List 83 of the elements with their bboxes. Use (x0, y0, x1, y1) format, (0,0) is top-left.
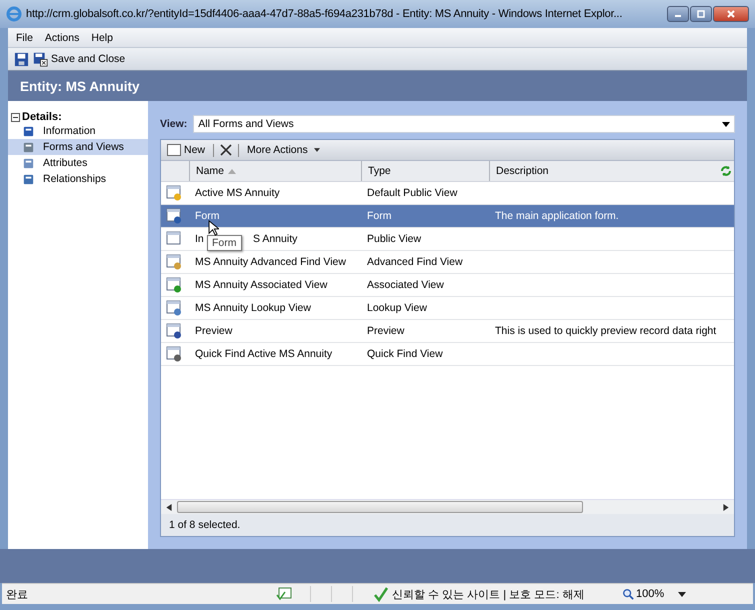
browser-icon (6, 6, 22, 22)
table-cell: In (195, 233, 204, 245)
table-cell: The main application form. (495, 210, 619, 222)
table-cell: Public View (367, 233, 422, 245)
scrollbar-thumb[interactable] (177, 501, 583, 513)
column-header[interactable]: Description (489, 161, 734, 181)
sidebar-item[interactable]: Attributes (8, 155, 148, 171)
new-button[interactable]: New (165, 144, 208, 156)
view-icon (166, 323, 182, 339)
view-icon (166, 346, 182, 362)
scroll-right-icon[interactable] (723, 504, 729, 510)
table-row[interactable]: Form Form The main application form. (161, 205, 734, 228)
table-cell: Default Public View (367, 187, 458, 199)
view-icon (166, 277, 182, 293)
table-cell: Form (367, 210, 392, 222)
nav-icon (22, 124, 35, 138)
section-title: Details: (22, 111, 62, 123)
menu-item[interactable]: Help (87, 32, 117, 44)
view-icon (166, 185, 182, 201)
delete-icon[interactable] (220, 144, 232, 156)
table-row[interactable]: Preview Preview This is used to quickly preview record data right (161, 320, 734, 343)
scroll-left-icon[interactable] (166, 504, 172, 510)
new-record-icon (167, 144, 181, 156)
table-cell: Active MS Annuity (195, 187, 280, 199)
table-cell: Quick Find View (367, 348, 443, 360)
view-icon (166, 231, 182, 247)
table-cell: S Annuity (253, 233, 298, 245)
table-cell: MS Annuity Lookup View (195, 302, 311, 314)
table-cell: MS Annuity Associated View (195, 279, 328, 291)
save-and-close-button[interactable]: Save and Close (33, 52, 126, 66)
sidebar-item[interactable]: Information (8, 123, 148, 139)
sidebar-item[interactable]: Forms and Views (8, 139, 148, 155)
table-cell: Quick Find Active MS Annuity (195, 348, 332, 360)
table-cell: Advanced Find View (367, 256, 463, 268)
close-icon (726, 9, 736, 19)
entity-title: Entity: MS Annuity (20, 78, 140, 94)
menu-item[interactable]: File (12, 32, 37, 44)
view-icon (166, 300, 182, 316)
minimize-button[interactable] (667, 6, 689, 22)
table-row[interactable]: Quick Find Active MS Annuity Quick Find View (161, 343, 734, 366)
table-row[interactable]: MS Annuity Lookup View Lookup View (161, 297, 734, 320)
save-icon[interactable] (14, 52, 29, 66)
security-zone: 신뢰할 수 있는 사이트 | 보호 모드: 해제 (392, 588, 586, 602)
save-close-icon (33, 52, 48, 66)
table-cell: Preview (195, 325, 232, 337)
status-text: 완료 (5, 588, 29, 602)
close-button[interactable] (713, 6, 749, 22)
menu-item[interactable]: Actions (40, 32, 84, 44)
table-row[interactable]: MS Annuity Associated View Associated View (161, 274, 734, 297)
caret-icon (314, 148, 320, 152)
table-cell: MS Annuity Advanced Find View (195, 256, 346, 268)
table-cell: Form (195, 210, 220, 222)
column-header[interactable]: Type (361, 161, 489, 181)
dropdown-arrow-icon (722, 122, 730, 126)
collapse-icon[interactable] (11, 112, 20, 122)
sidebar-item[interactable]: Relationships (8, 171, 148, 187)
page-icon (276, 587, 292, 601)
maximize-icon (696, 9, 706, 19)
more-actions-button[interactable]: More Actions (245, 144, 322, 156)
view-icon (166, 254, 182, 270)
nav-icon (22, 172, 35, 186)
window-title: http://crm.globalsoft.co.kr/?entityId=15df4406-aaa4-47d7-88a5-f694a231b78d - Entity: MS Annuity - Windows Internet Explor... (26, 8, 624, 20)
refresh-icon[interactable] (720, 165, 732, 177)
nav-icon (22, 156, 35, 170)
zoom-icon (622, 588, 634, 600)
nav-icon (22, 140, 35, 154)
tooltip: Form (207, 235, 242, 251)
check-icon (373, 586, 389, 602)
table-cell: Lookup View (367, 302, 427, 314)
maximize-button[interactable] (690, 6, 712, 22)
column-header[interactable]: Name (189, 161, 361, 181)
mouse-cursor-icon (208, 220, 219, 236)
view-dropdown[interactable]: All Forms and Views (193, 115, 735, 133)
table-cell: Associated View (367, 279, 444, 291)
view-icon (166, 208, 182, 224)
table-cell: Preview (367, 325, 404, 337)
view-label: View: (160, 118, 188, 130)
dropdown-arrow-icon[interactable] (678, 592, 686, 596)
sort-icon (228, 168, 236, 174)
table-cell: This is used to quickly preview record data right (495, 325, 716, 337)
table-row[interactable]: MS Annuity Advanced Find View Advanced Find View (161, 251, 734, 274)
selection-status: 1 of 8 selected. (169, 519, 240, 531)
zoom-button[interactable]: 100% (622, 588, 664, 600)
